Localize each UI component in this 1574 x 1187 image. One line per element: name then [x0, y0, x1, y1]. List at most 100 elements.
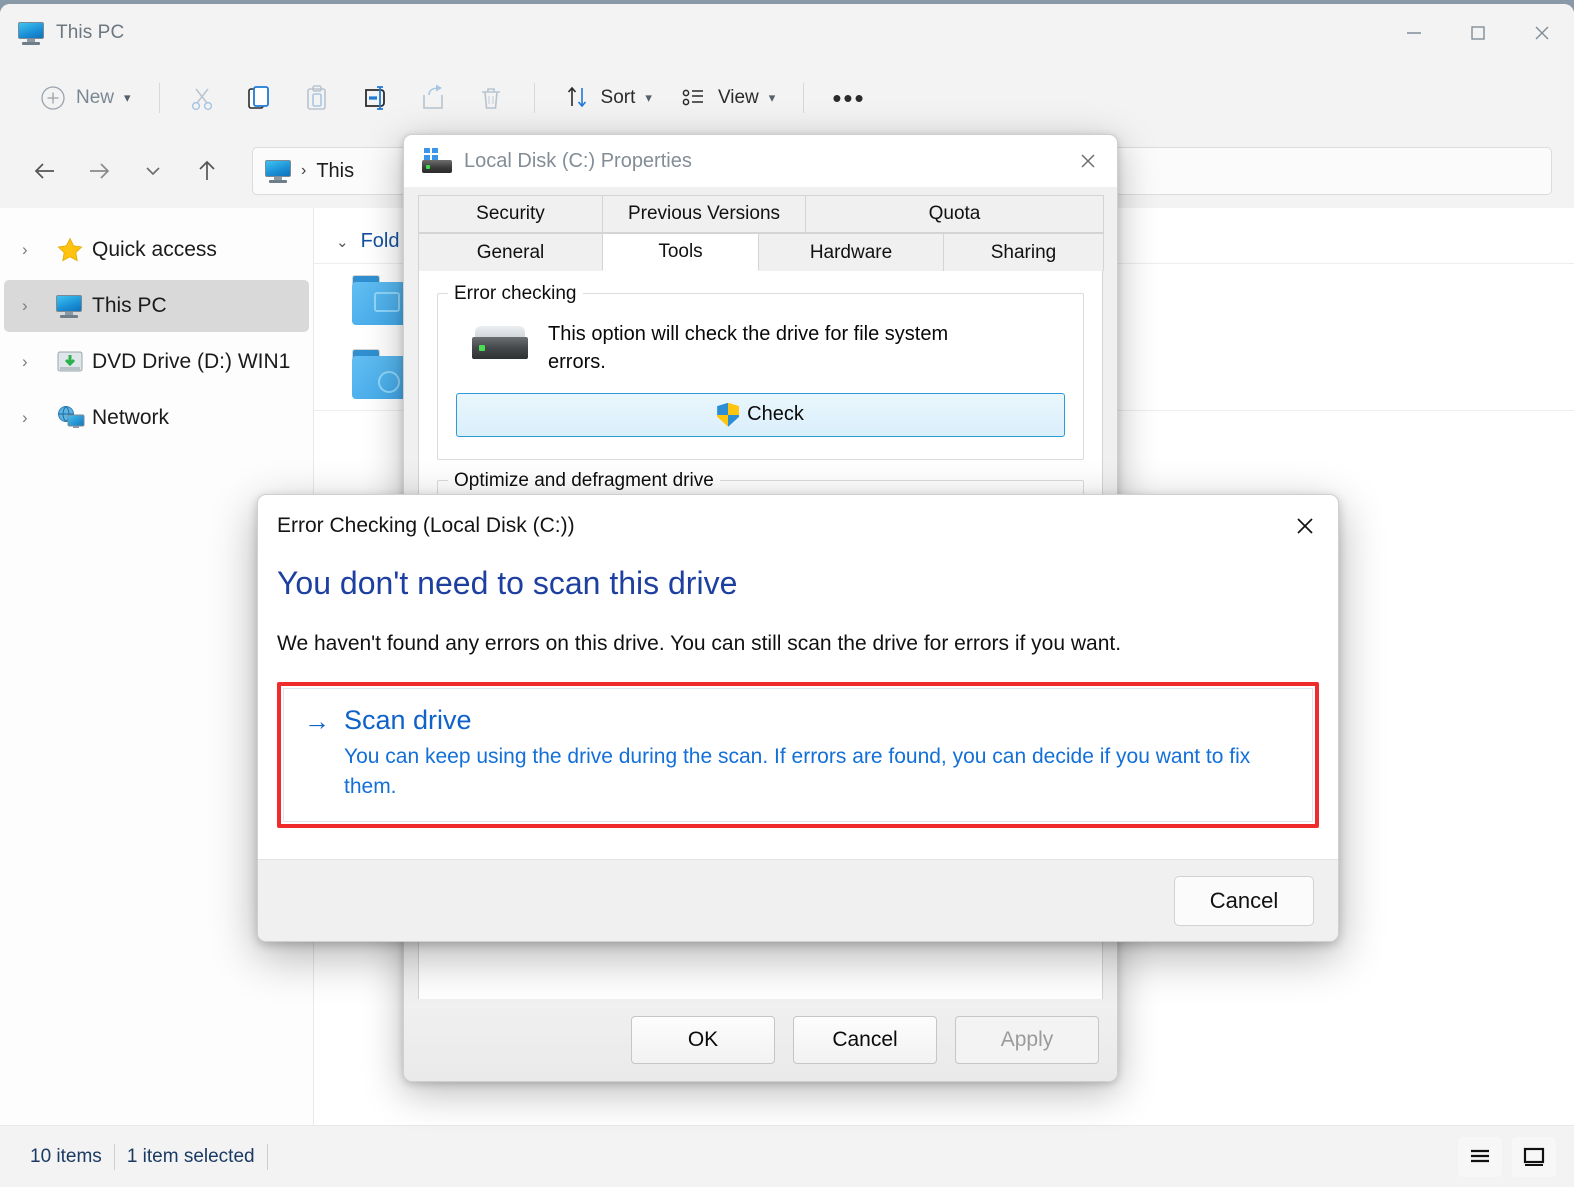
arrow-right-icon: →	[304, 705, 330, 736]
error-checking-groupbox: Error checking This option will check th…	[437, 283, 1084, 460]
minimize-button[interactable]	[1382, 4, 1446, 62]
sidebar-item-quick-access[interactable]: › Quick access	[4, 224, 309, 276]
more-options-button[interactable]: •••	[818, 75, 879, 121]
error-checking-heading: You don't need to scan this drive	[277, 565, 738, 601]
up-button[interactable]	[184, 148, 230, 194]
tab-security[interactable]: Security	[418, 195, 603, 233]
chevron-down-icon-sort: ▾	[645, 90, 652, 105]
plus-circle-icon	[41, 86, 65, 110]
properties-tabstrip: Security Previous Versions Quota General…	[404, 187, 1117, 271]
breadcrumb-this-pc-icon	[265, 160, 291, 183]
new-button-label: New	[76, 87, 115, 108]
close-icon	[1297, 518, 1313, 534]
sidebar-item-dvd-drive[interactable]: › DVD Drive (D:) WIN1	[4, 336, 309, 388]
error-checking-dialog: Error Checking (Local Disk (C:)) You don…	[257, 494, 1339, 942]
large-icons-view-icon[interactable]	[1512, 1136, 1556, 1177]
window-title: This PC	[56, 22, 125, 43]
properties-ok-button[interactable]: OK	[631, 1016, 775, 1064]
arrow-left-icon	[34, 163, 54, 179]
tab-tools[interactable]: Tools	[602, 233, 759, 271]
optimize-group-title: Optimize and defragment drive	[448, 469, 720, 492]
view-button-label: View	[717, 87, 759, 108]
group-header-label: Fold	[360, 230, 400, 252]
close-button[interactable]	[1510, 4, 1574, 62]
more-options-label: •••	[832, 82, 866, 113]
view-button[interactable]: View ▾	[666, 75, 789, 121]
sidebar-label-quick-access: Quick access	[92, 238, 217, 261]
window-title-group: This PC	[0, 22, 125, 45]
expand-chevron-icon-this-pc[interactable]: ›	[22, 296, 56, 316]
expand-chevron-icon-network[interactable]: ›	[22, 408, 56, 428]
error-checking-group-title: Error checking	[448, 283, 583, 305]
window-titlebar: This PC	[0, 4, 1574, 62]
sidebar-item-network[interactable]: › Network	[4, 392, 309, 444]
error-checking-subtext: We haven't found any errors on this driv…	[277, 632, 1122, 655]
paste-icon	[306, 85, 326, 110]
new-button[interactable]: New ▾	[26, 75, 145, 121]
sidebar-label-network: Network	[92, 406, 170, 429]
tab-sharing[interactable]: Sharing	[943, 233, 1104, 271]
properties-cancel-button[interactable]: Cancel	[793, 1016, 937, 1064]
trash-icon	[481, 88, 500, 109]
rename-button[interactable]	[346, 75, 404, 121]
error-checking-description: This option will check the drive for fil…	[548, 323, 949, 374]
properties-close-button[interactable]	[1059, 135, 1117, 187]
rename-icon	[364, 86, 385, 110]
expand-chevron-icon[interactable]: ›	[22, 240, 56, 260]
error-checking-cancel-button[interactable]: Cancel	[1174, 875, 1314, 926]
sidebar-label-this-pc: This PC	[92, 294, 167, 317]
star-icon	[56, 236, 92, 264]
error-checking-body: You don't need to scan this drive We hav…	[258, 557, 1338, 828]
this-pc-icon-sidebar	[56, 295, 92, 318]
group-collapse-chevron-icon[interactable]: ⌄	[336, 233, 349, 251]
properties-titlebar: Local Disk (C:) Properties	[404, 135, 1117, 187]
toolbar-divider-3	[803, 83, 805, 113]
properties-tab-row-1: Security Previous Versions Quota	[418, 195, 1104, 233]
check-button-label: Check	[747, 403, 804, 426]
sort-icon	[567, 86, 586, 108]
scan-drive-option[interactable]: → Scan drive You can keep using the driv…	[283, 688, 1313, 822]
share-button[interactable]	[404, 75, 462, 121]
status-selection-count: 1 item selected	[126, 1145, 255, 1167]
scan-drive-description: You can keep using the drive during the …	[344, 745, 1251, 799]
chevron-down-icon: ▾	[124, 90, 131, 105]
this-pc-icon	[18, 22, 44, 45]
sidebar-item-this-pc[interactable]: › This PC	[4, 280, 309, 332]
view-icon	[682, 89, 703, 106]
status-bar: 10 items 1 item selected	[0, 1125, 1574, 1187]
chevron-down-icon-nav	[146, 167, 160, 176]
tab-general[interactable]: General	[418, 233, 603, 271]
tab-quota[interactable]: Quota	[805, 195, 1104, 233]
copy-icon	[247, 86, 269, 109]
scissors-icon	[191, 88, 212, 111]
share-icon	[422, 84, 443, 109]
scan-drive-title: Scan drive	[344, 705, 472, 735]
breadcrumb-separator: ›	[301, 162, 307, 179]
maximize-button[interactable]	[1446, 4, 1510, 62]
forward-button[interactable]	[76, 148, 122, 194]
details-view-icon[interactable]	[1458, 1136, 1502, 1177]
status-divider-2	[266, 1143, 268, 1170]
hard-drive-icon	[472, 326, 528, 362]
tab-hardware[interactable]: Hardware	[758, 233, 944, 271]
local-disk-icon	[422, 148, 454, 174]
properties-tab-row-2: General Tools Hardware Sharing	[418, 233, 1104, 271]
status-item-count: 10 items	[30, 1145, 102, 1167]
chevron-down-icon-view: ▾	[768, 90, 776, 105]
breadcrumb-this-pc[interactable]: This	[316, 160, 354, 183]
back-button[interactable]	[22, 148, 68, 194]
check-button[interactable]: Check	[456, 392, 1065, 437]
error-checking-close-button[interactable]	[1272, 495, 1338, 557]
dvd-drive-icon	[56, 349, 92, 375]
sort-button[interactable]: Sort ▾	[549, 75, 666, 121]
copy-button[interactable]	[230, 75, 288, 121]
paste-button[interactable]	[288, 75, 346, 121]
tab-previous-versions[interactable]: Previous Versions	[602, 195, 806, 233]
status-view-buttons	[1458, 1136, 1556, 1177]
recent-locations-button[interactable]	[130, 148, 176, 194]
expand-chevron-icon-dvd[interactable]: ›	[22, 352, 56, 372]
properties-apply-button[interactable]: Apply	[955, 1016, 1099, 1064]
delete-button[interactable]	[462, 75, 520, 121]
cut-button[interactable]	[174, 75, 230, 121]
uac-shield-icon	[717, 402, 740, 427]
